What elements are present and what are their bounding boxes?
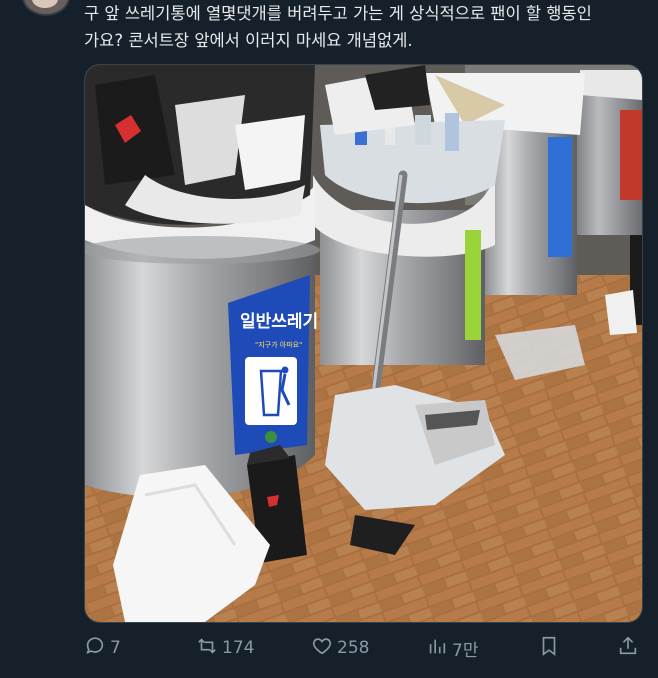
trash-bins-photo: 일반쓰레기 "지구가 아파요" (85, 65, 642, 622)
tweet-text: 구 앞 쓰레기통에 열몇댓개를 버려두고 가는 게 상식적으로 팬이 할 행동인… (84, 0, 644, 54)
bookmark-button[interactable] (538, 634, 560, 662)
like-count: 258 (337, 638, 370, 658)
bin-sign-title: 일반쓰레기 (240, 312, 318, 332)
bin-sign-subtitle: "지구가 아파요" (255, 340, 302, 349)
retweet-icon (196, 635, 218, 662)
share-button[interactable] (617, 634, 639, 662)
bookmark-icon (538, 635, 560, 662)
heart-icon (311, 635, 333, 662)
tweet-photo[interactable]: 일반쓰레기 "지구가 아파요" (84, 64, 643, 623)
retweet-count: 174 (222, 638, 255, 658)
share-icon (617, 635, 639, 662)
views-count: 7만 (452, 640, 479, 661)
reply-icon (84, 635, 106, 662)
reply-count: 7 (110, 638, 121, 658)
like-button[interactable]: 258 (311, 634, 369, 662)
tweet-text-line-1: 구 앞 쓰레기통에 열몇댓개를 버려두고 가는 게 상식적으로 팬이 할 행동인 (84, 4, 592, 23)
retweet-button[interactable]: 174 (196, 634, 254, 662)
tweet-actions: 7 174 258 7만 (84, 634, 644, 662)
tweet-text-line-2: 가요? 콘서트장 앞에서 이러지 마세요 개념없게. (84, 31, 413, 50)
views-button[interactable]: 7만 (426, 634, 478, 662)
bar-chart-icon (426, 635, 448, 662)
avatar[interactable] (22, 0, 70, 16)
reply-button[interactable]: 7 (84, 634, 121, 662)
